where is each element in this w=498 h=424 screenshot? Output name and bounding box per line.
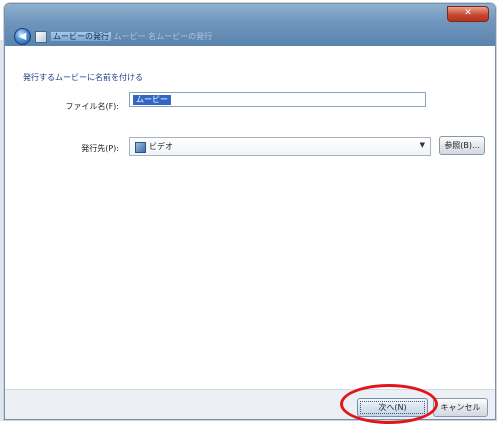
file-name-input[interactable]: ムービー [129, 92, 426, 107]
title-bar[interactable]: ✕ ◀ ムービーの発行 ムービー 名ムービーの発行 [5, 4, 495, 46]
chevron-down-icon: ▼ [419, 141, 425, 149]
close-button[interactable]: ✕ [447, 6, 489, 22]
browse-button[interactable]: 参照(B)... [439, 136, 485, 155]
destination-dropdown[interactable]: ビデオ ▼ [129, 137, 431, 156]
wizard-window: ✕ ◀ ムービーの発行 ムービー 名ムービーの発行 発行するムービーに名前を付け… [4, 3, 496, 420]
destination-label: 発行先(P): [81, 144, 119, 153]
next-button[interactable]: 次へ(N) [357, 398, 428, 417]
video-folder-icon [135, 142, 146, 153]
file-name-label: ファイル名(F): [65, 102, 119, 111]
left-edge [0, 40, 3, 421]
breadcrumb-rest: ムービー 名ムービーの発行 [113, 32, 213, 41]
wizard-content: 発行するムービーに名前を付ける ファイル名(F): ムービー 発行先(P): ビ… [5, 46, 495, 389]
wizard-footer: 次へ(N) キャンセル [5, 389, 495, 419]
back-arrow-icon[interactable]: ◀ [14, 28, 31, 45]
destination-value: ビデオ [149, 142, 173, 151]
cancel-button[interactable]: キャンセル [433, 398, 488, 417]
window-title [25, 8, 185, 18]
page-heading: 発行するムービーに名前を付ける [23, 73, 143, 82]
close-icon: ✕ [464, 8, 472, 18]
breadcrumb-current: ムービーの発行 [51, 32, 111, 41]
file-name-value: ムービー [133, 95, 171, 105]
breadcrumb: ムービーの発行 ムービー 名ムービーの発行 [51, 30, 291, 44]
movie-maker-icon [35, 31, 47, 43]
